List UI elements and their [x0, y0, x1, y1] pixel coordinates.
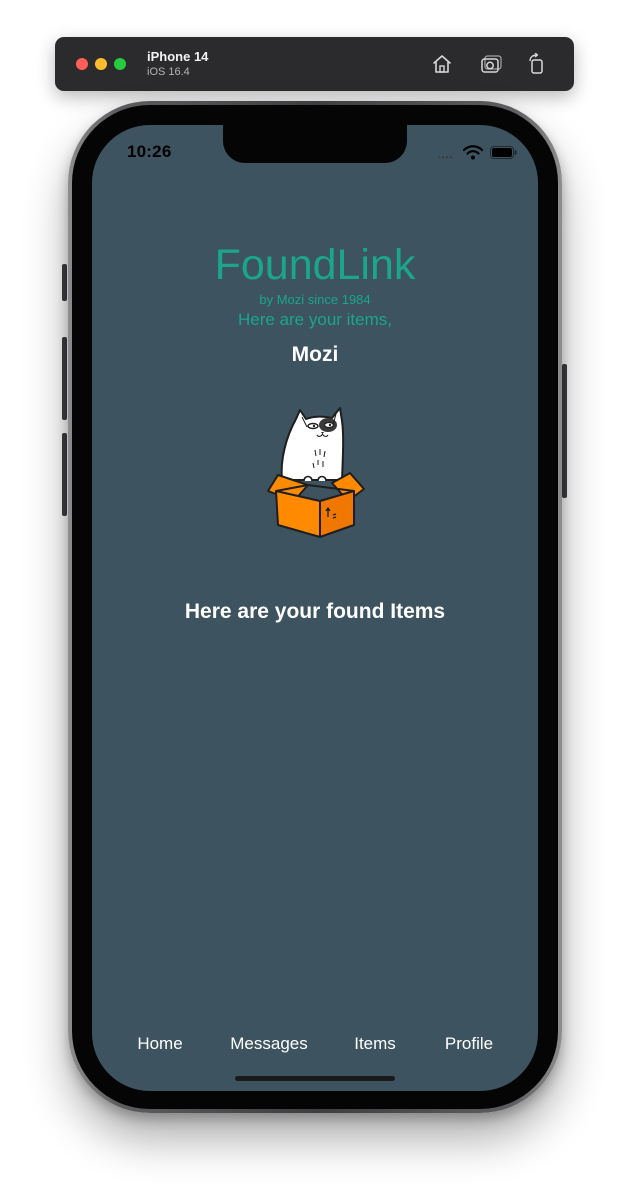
app-screen: 10:26 •••• FoundLink by Mozi since 1984 …	[92, 125, 538, 1091]
app-byline: by Mozi since 1984	[259, 292, 371, 307]
wifi-icon	[463, 145, 483, 160]
tab-profile[interactable]: Profile	[436, 1032, 502, 1056]
screenshot-button[interactable]	[478, 51, 504, 77]
tab-bar: Home Messages Items Profile	[92, 1032, 538, 1056]
tab-items[interactable]: Items	[344, 1032, 406, 1056]
home-icon	[433, 55, 451, 73]
volume-up-button	[62, 337, 67, 420]
mute-switch	[62, 264, 67, 301]
notch	[223, 125, 407, 163]
tab-messages[interactable]: Messages	[222, 1032, 316, 1056]
intro-text: Here are your items,	[238, 310, 392, 329]
simulator-toolbar: iPhone 14 iOS 16.4	[55, 37, 574, 91]
signal-dots-icon: ••••	[438, 153, 454, 162]
section-heading: Here are your found Items	[184, 600, 446, 623]
user-name: Mozi	[291, 343, 339, 366]
simulator-stage: iPhone 14 iOS 16.4 10:26 •••• FoundLink …	[0, 0, 629, 1190]
close-window-button[interactable]	[76, 58, 88, 70]
minimize-window-button[interactable]	[95, 58, 107, 70]
home-indicator[interactable]	[235, 1076, 395, 1081]
tab-home[interactable]: Home	[128, 1032, 192, 1056]
os-version: iOS 16.4	[147, 66, 190, 78]
status-time: 10:26	[127, 142, 172, 161]
status-icons: ••••	[438, 145, 518, 162]
home-button[interactable]	[429, 51, 455, 77]
cat-in-box-illustration	[267, 407, 365, 538]
battery-icon	[490, 146, 517, 159]
rotate-button[interactable]	[524, 51, 550, 77]
screenshot-icon	[481, 55, 502, 73]
volume-down-button	[62, 433, 67, 516]
rotate-icon	[529, 53, 543, 74]
app-title: FoundLink	[214, 241, 416, 289]
zoom-window-button[interactable]	[114, 58, 126, 70]
device-name: iPhone 14	[147, 49, 209, 64]
power-button	[562, 364, 567, 498]
